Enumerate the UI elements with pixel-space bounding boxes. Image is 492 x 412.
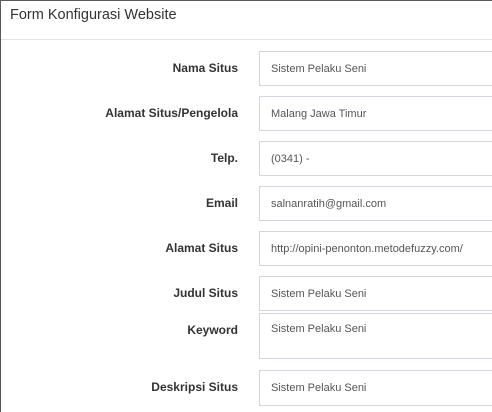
nama-situs-label: Nama Situs	[172, 61, 238, 75]
judul-situs-input[interactable]	[259, 276, 492, 311]
panel-header: Form Konfigurasi Website	[1, 1, 492, 40]
config-form-panel: Form Konfigurasi Website Nama Situs Alam…	[0, 0, 492, 412]
alamat-situs-input[interactable]	[259, 231, 492, 266]
keyword-textarea[interactable]: Sistem Pelaku Seni	[259, 313, 492, 359]
telp-input[interactable]	[259, 141, 492, 176]
judul-situs-label: Judul Situs	[173, 286, 238, 300]
alamat-pengelola-label: Alamat Situs/Pengelola	[105, 106, 238, 120]
alamat-pengelola-input[interactable]	[259, 96, 492, 131]
keyword-label: Keyword	[187, 323, 238, 337]
deskripsi-situs-input[interactable]	[259, 370, 492, 406]
email-label: Email	[205, 196, 238, 210]
nama-situs-input[interactable]	[259, 51, 492, 86]
email-input[interactable]	[259, 186, 492, 221]
deskripsi-situs-label: Deskripsi Situs	[151, 380, 238, 394]
alamat-situs-label: Alamat Situs	[165, 241, 238, 255]
telp-label: Telp.	[210, 151, 238, 165]
panel-title: Form Konfigurasi Website	[10, 7, 177, 23]
